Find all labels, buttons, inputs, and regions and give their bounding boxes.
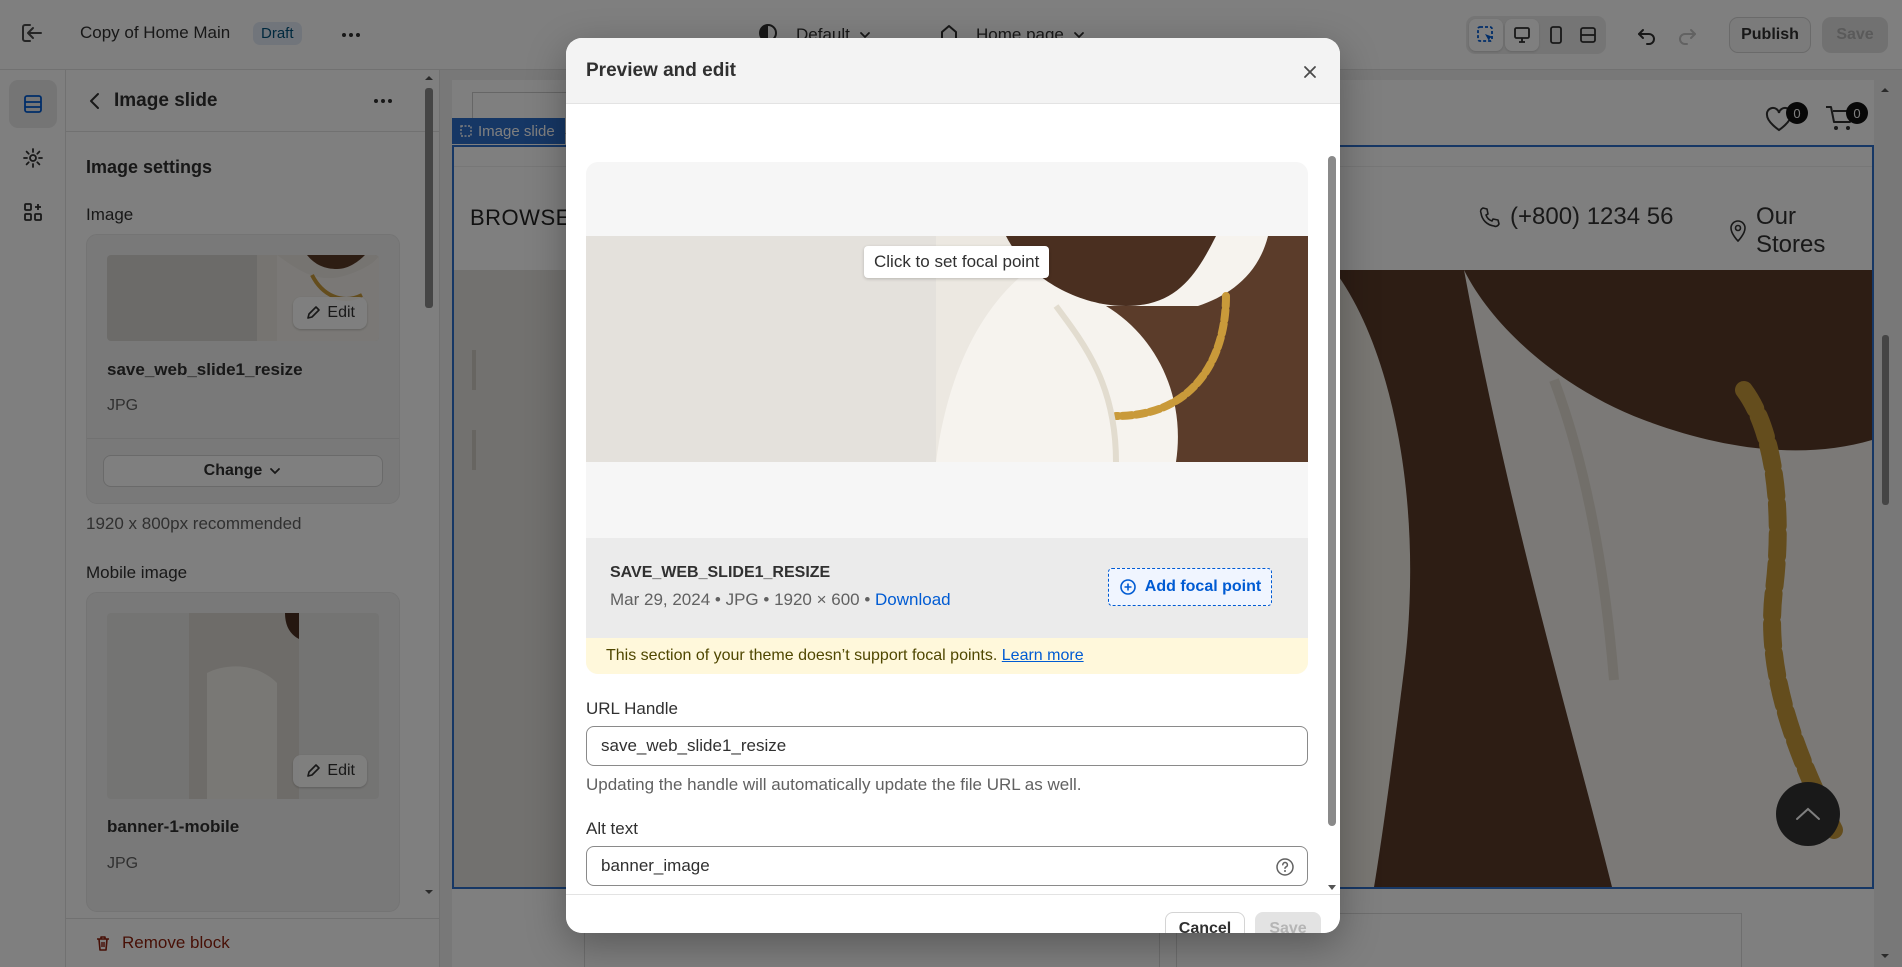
close-icon[interactable] bbox=[1300, 62, 1320, 82]
file-info: SAVE_WEB_SLIDE1_RESIZE Mar 29, 2024 • JP… bbox=[586, 538, 1308, 638]
dialog-header: Preview and edit bbox=[566, 38, 1340, 104]
scroll-down-arrow-icon[interactable] bbox=[1327, 884, 1337, 892]
dialog-title: Preview and edit bbox=[586, 60, 736, 81]
dialog-scrollbar[interactable] bbox=[1328, 156, 1336, 826]
url-handle-label: URL Handle bbox=[586, 699, 678, 718]
alt-text-value: banner_image bbox=[601, 856, 710, 875]
file-date: Mar 29, 2024 bbox=[610, 590, 711, 609]
dialog-footer: Cancel Save bbox=[566, 894, 1340, 933]
url-handle-input[interactable]: save_web_slide1_resize bbox=[586, 726, 1308, 766]
alt-text-label: Alt text bbox=[586, 819, 638, 838]
add-focal-point-button[interactable]: Add focal point bbox=[1108, 568, 1272, 606]
question-circle-icon[interactable] bbox=[1275, 857, 1295, 877]
focal-point-tooltip: Click to set focal point bbox=[864, 246, 1050, 278]
file-dimensions: 1920 × 600 bbox=[774, 590, 860, 609]
url-handle-help: Updating the handle will automatically u… bbox=[586, 775, 1082, 794]
learn-more-link[interactable]: Learn more bbox=[1002, 647, 1084, 664]
focal-warning-banner: This section of your theme doesn’t suppo… bbox=[586, 638, 1308, 674]
dialog-save-button[interactable]: Save bbox=[1255, 912, 1321, 933]
image-preview-box: Click to set focal point SAVE_WEB_SLIDE1… bbox=[586, 162, 1308, 674]
warning-text: This section of your theme doesn’t suppo… bbox=[606, 647, 1084, 665]
dialog-body: Click to set focal point SAVE_WEB_SLIDE1… bbox=[566, 104, 1340, 894]
alt-text-input[interactable]: banner_image bbox=[586, 846, 1308, 886]
warning-message: This section of your theme doesn’t suppo… bbox=[606, 647, 998, 664]
file-name-caps: SAVE_WEB_SLIDE1_RESIZE bbox=[610, 564, 831, 581]
cancel-button[interactable]: Cancel bbox=[1165, 912, 1245, 933]
file-meta: Mar 29, 2024 • JPG • 1920 × 600 • Downlo… bbox=[610, 590, 951, 609]
file-type: JPG bbox=[725, 590, 759, 609]
download-link[interactable]: Download bbox=[875, 590, 951, 609]
preview-edit-dialog: Preview and edit Click to set focal poin… bbox=[566, 38, 1340, 933]
add-focal-label: Add focal point bbox=[1144, 578, 1262, 595]
plus-circle-icon bbox=[1119, 579, 1136, 595]
